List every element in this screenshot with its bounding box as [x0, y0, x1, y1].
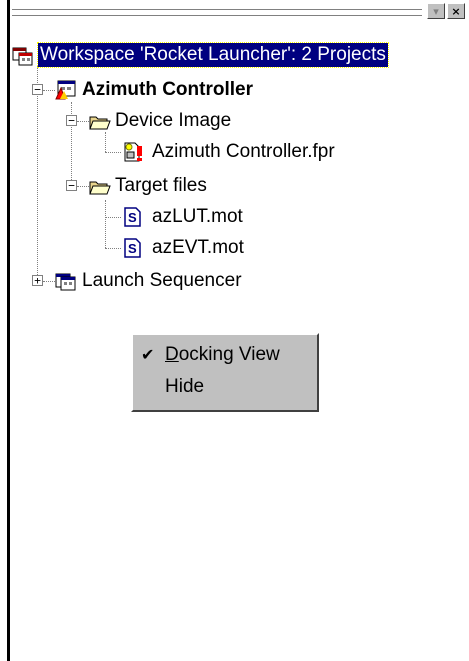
- device-image-file-icon: [124, 142, 142, 162]
- workspace-icon: [12, 47, 33, 66]
- tree-connector: [105, 248, 121, 249]
- folder-open-icon: [89, 181, 111, 195]
- dock-gripper[interactable]: [12, 6, 422, 18]
- tree-connector: [105, 217, 121, 218]
- collapse-icon[interactable]: −: [32, 84, 43, 95]
- srecord-file-icon: S: [124, 207, 141, 227]
- project-icon: [55, 80, 76, 100]
- tree-connector: [105, 132, 106, 152]
- collapse-icon[interactable]: −: [66, 115, 77, 126]
- pane-border: [7, 0, 10, 661]
- tree-connector: [77, 186, 89, 187]
- tree-connector: [105, 200, 106, 248]
- folder-open-icon: [89, 116, 111, 130]
- tree-item-label: Azimuth Controller: [82, 79, 253, 100]
- project-icon: [55, 273, 76, 291]
- svg-text:S: S: [128, 241, 137, 256]
- menu-item-mnemonic: D: [165, 344, 179, 365]
- tree-item-label: Azimuth Controller.fpr: [152, 141, 335, 162]
- svg-text:S: S: [128, 210, 137, 225]
- tree-item-label: azEVT.mot: [152, 237, 244, 258]
- menu-item-docking-view[interactable]: ✔ Docking View: [133, 342, 317, 368]
- collapse-icon[interactable]: −: [66, 180, 77, 191]
- workspace-pane: ▾ × Workspace 'Rocket Launcher': 2 Proje…: [0, 0, 469, 661]
- close-icon[interactable]: ×: [447, 3, 465, 19]
- tree-connector: [43, 90, 55, 91]
- checkmark-icon: ✔: [141, 345, 155, 364]
- tree-item-label: Target files: [115, 175, 207, 196]
- context-menu: ✔ Docking View Hide: [131, 333, 319, 412]
- menu-item-label: Hide: [165, 376, 205, 397]
- menu-item-label: ocking View: [178, 344, 280, 365]
- tree-connector: [37, 66, 38, 281]
- tree-item-label: Launch Sequencer: [82, 270, 242, 291]
- menu-item-hide[interactable]: Hide: [133, 374, 317, 400]
- tree-item-label: Device Image: [115, 110, 232, 131]
- tree-item-label: Workspace 'Rocket Launcher': 2 Projects: [37, 42, 389, 68]
- tree-connector: [105, 152, 121, 153]
- expand-icon[interactable]: +: [32, 275, 43, 286]
- tree-item-label: azLUT.mot: [152, 206, 243, 227]
- maximize-icon[interactable]: ▾: [427, 3, 445, 19]
- tree-connector: [77, 121, 89, 122]
- tree-connector: [43, 281, 55, 282]
- srecord-file-icon: S: [124, 238, 141, 258]
